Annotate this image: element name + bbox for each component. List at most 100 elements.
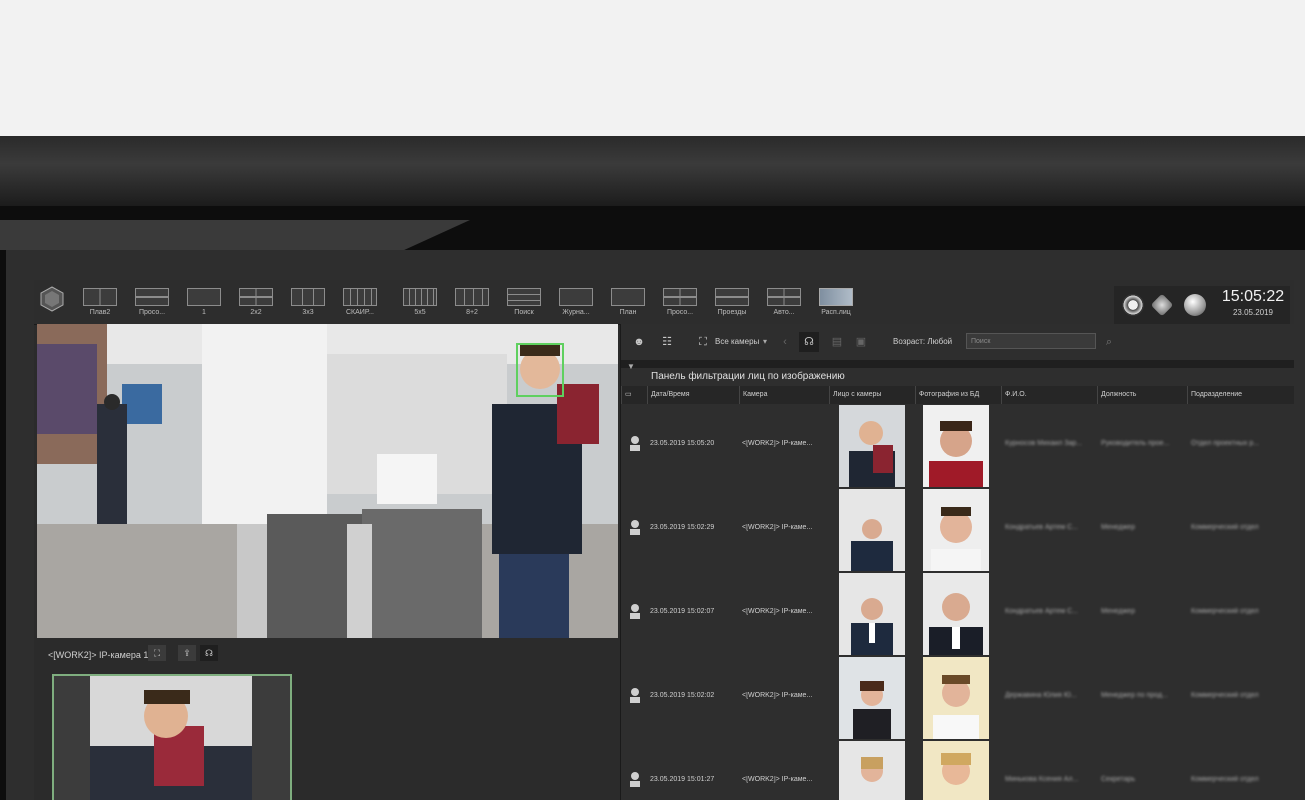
camera-filter-dropdown[interactable]: Все камеры <box>715 337 759 346</box>
back-icon[interactable]: ‹ <box>775 332 795 352</box>
search-input[interactable]: Поиск <box>966 333 1096 349</box>
export-icon[interactable]: ⇪ <box>178 645 196 661</box>
row-camera: <[WORK2]> IP-каме... <box>742 440 813 447</box>
row-name: Державина Юлия Ю... <box>1005 692 1077 699</box>
fullscreen-icon[interactable]: ⛶ <box>148 645 166 661</box>
row-position: Секретарь <box>1101 776 1136 783</box>
layout-button-proso[interactable]: Просо... <box>128 288 176 322</box>
row-department: Коммерческий отдел <box>1191 692 1259 699</box>
layout-grid-icon <box>135 288 169 306</box>
layout-button-search[interactable]: Поиск <box>500 288 548 322</box>
layout-button-journal[interactable]: Журна... <box>552 288 600 322</box>
row-position: Менеджер <box>1101 524 1135 531</box>
person-icon <box>630 604 640 619</box>
sliders-icon[interactable]: ☷ <box>657 332 677 352</box>
row-position: Руководитель прое... <box>1101 440 1170 447</box>
layout-label: 3х3 <box>302 309 314 316</box>
camera-face-photo <box>839 741 905 800</box>
lock-icon[interactable]: ▣ <box>851 332 871 352</box>
camera-face-photo <box>839 657 905 739</box>
layout-button-3x3[interactable]: 3х3 <box>284 288 332 322</box>
face-detect-icon[interactable]: ☊ <box>799 332 819 352</box>
row-name: Кондратьев Артем С... <box>1005 608 1079 615</box>
column-db-photo[interactable]: Фотография из БД <box>915 386 1001 404</box>
layout-button-5x5[interactable]: 5х5 <box>396 288 444 322</box>
face-recognition-panel: ☻ ☷ ⛶ Все камеры ▾ ‹ ☊ ▤ ▣ Возраст: Любо… <box>620 324 1294 800</box>
reel-icon[interactable] <box>1122 294 1144 316</box>
camera-face-photo <box>839 405 905 487</box>
table-row[interactable]: 23.05.2019 15:02:07 <[WORK2]> IP-каме...… <box>621 572 1294 656</box>
camera-title: <[WORK2]> IP-камера 1 <box>48 650 149 660</box>
layout-label: 8+2 <box>466 309 478 316</box>
column-camera[interactable]: Камера <box>739 386 829 404</box>
clock: 15:05:22 23.05.2019 <box>1220 288 1286 317</box>
column-department[interactable]: Подразделение <box>1187 386 1283 404</box>
layout-button-plav2[interactable]: Плав2 <box>76 288 124 322</box>
layout-button-rasp-lits[interactable]: Расп.лиц <box>812 288 860 322</box>
layout-button-proezdy[interactable]: Проезды <box>708 288 756 322</box>
layout-grid-icon <box>343 288 377 306</box>
table-row[interactable]: 23.05.2019 15:05:20 <[WORK2]> IP-каме...… <box>621 404 1294 488</box>
layout-button-skayr[interactable]: СКАЙР... <box>336 288 384 322</box>
person-icon <box>630 520 640 535</box>
app-logo-icon <box>40 286 64 312</box>
layout-grid-icon <box>663 288 697 306</box>
select-all-icon[interactable]: ▭ <box>621 386 647 404</box>
column-position[interactable]: Должность <box>1097 386 1187 404</box>
layout-grid-icon <box>291 288 325 306</box>
camera-face-photo <box>839 573 905 655</box>
layout-label: Авто... <box>773 309 795 316</box>
row-datetime: 23.05.2019 15:02:02 <box>650 692 715 699</box>
collapse-arrow-icon[interactable]: ▼ <box>627 362 635 371</box>
age-filter[interactable]: Возраст: Любой <box>893 337 952 346</box>
person-icon[interactable]: ☻ <box>629 332 649 352</box>
table-row[interactable]: 23.05.2019 15:02:29 <[WORK2]> IP-каме...… <box>621 488 1294 572</box>
monitor-edge <box>0 220 470 250</box>
search-icon[interactable]: ⌕ <box>1099 332 1119 352</box>
status-area: 15:05:22 23.05.2019 <box>1114 286 1290 324</box>
camera-detections: <[WORK2]> IP-камера 1 ⛶ ⇪ ☊ <box>34 638 618 800</box>
person-icon <box>630 772 640 787</box>
layout-single-icon <box>187 288 221 306</box>
layout-label: Журна... <box>562 309 590 316</box>
camera-face-photo <box>839 489 905 571</box>
app-window: Плав2 Просо... 1 2х2 3х3 СКАЙР... 5х5 8+… <box>34 280 1294 800</box>
row-position: Менеджер <box>1101 608 1135 615</box>
camera-scene <box>37 324 618 638</box>
row-datetime: 23.05.2019 15:02:07 <box>650 608 715 615</box>
filter-divider <box>621 360 1294 368</box>
layout-grid-icon <box>767 288 801 306</box>
settings-icon[interactable] <box>1150 293 1174 317</box>
table-header: ▭ Дата/Время Камера Лицо с камеры Фотогр… <box>621 386 1294 404</box>
layout-button-1[interactable]: 1 <box>180 288 228 322</box>
globe-icon[interactable] <box>1184 294 1206 316</box>
table-row[interactable]: 23.05.2019 15:02:02 <[WORK2]> IP-каме...… <box>621 656 1294 740</box>
row-datetime: 23.05.2019 15:05:20 <box>650 440 715 447</box>
database-face-photo <box>923 405 989 487</box>
list-icon[interactable]: ▤ <box>827 332 847 352</box>
row-datetime: 23.05.2019 15:01:27 <box>650 776 715 783</box>
chevron-down-icon[interactable]: ▾ <box>763 337 767 346</box>
layout-button-plan[interactable]: План <box>604 288 652 322</box>
database-face-photo <box>923 573 989 655</box>
column-datetime[interactable]: Дата/Время <box>647 386 739 404</box>
row-camera: <[WORK2]> IP-каме... <box>742 524 813 531</box>
detected-face-thumbnail[interactable] <box>52 674 292 800</box>
table-row[interactable]: 23.05.2019 15:01:27 <[WORK2]> IP-каме...… <box>621 740 1294 800</box>
face-detect-icon[interactable]: ☊ <box>200 645 218 661</box>
layout-grid-icon <box>403 288 437 306</box>
layout-button-proso-2[interactable]: Просо... <box>656 288 704 322</box>
column-name[interactable]: Ф.И.О. <box>1001 386 1097 404</box>
layout-button-2x2[interactable]: 2х2 <box>232 288 280 322</box>
layout-button-avto[interactable]: Авто... <box>760 288 808 322</box>
database-face-photo <box>923 657 989 739</box>
row-department: Отдел проектных р... <box>1191 440 1260 447</box>
column-camera-face[interactable]: Лицо с камеры <box>829 386 915 404</box>
layout-label: Плав2 <box>89 309 111 316</box>
camera-video[interactable] <box>37 324 618 638</box>
layout-button-8plus2[interactable]: 8+2 <box>448 288 496 322</box>
layout-label: СКАЙР... <box>345 309 374 316</box>
row-department: Коммерческий отдел <box>1191 608 1259 615</box>
person-icon <box>630 688 640 703</box>
fullscreen-icon[interactable]: ⛶ <box>693 332 713 352</box>
